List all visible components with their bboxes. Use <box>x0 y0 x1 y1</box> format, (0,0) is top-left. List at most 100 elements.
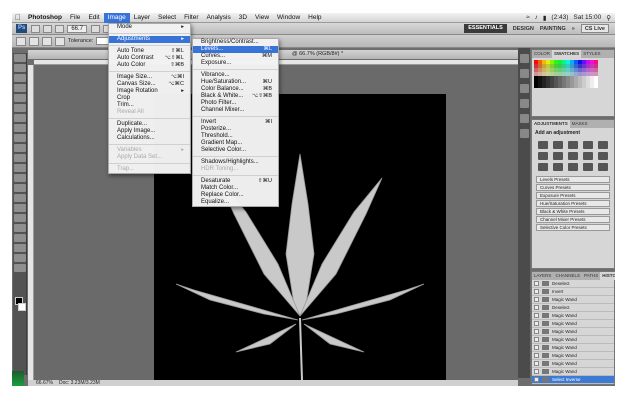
shape-tool-icon[interactable] <box>13 224 26 232</box>
history-checkbox[interactable] <box>534 321 539 326</box>
image-menu-item-auto-color[interactable]: Auto Color ⇧⌘B <box>109 62 190 69</box>
type-tool-icon[interactable] <box>13 204 26 212</box>
history-checkbox[interactable] <box>534 361 539 366</box>
3d-rotate-icon[interactable] <box>13 234 26 242</box>
history-checkbox[interactable] <box>534 337 539 342</box>
view-extras-icon[interactable] <box>55 24 65 33</box>
history-checkbox[interactable] <box>534 281 539 286</box>
gradient-map-icon[interactable] <box>583 163 593 171</box>
history-checkbox[interactable] <box>534 353 539 358</box>
menu-view[interactable]: View <box>251 13 273 23</box>
image-menu-item-image-size[interactable]: Image Size... ⌥⌘I <box>109 74 190 81</box>
preset-item[interactable]: Black & White Presets <box>536 208 610 215</box>
black-white-icon[interactable] <box>568 152 578 160</box>
menu-window[interactable]: Window <box>273 13 304 23</box>
history-state[interactable]: Select Inverse <box>532 376 614 384</box>
magic-wand-icon[interactable] <box>13 84 26 92</box>
lasso-tool-icon[interactable] <box>13 74 26 82</box>
adjust-menu-item-black-white[interactable]: Black & White... ⌥⇧⌘B <box>193 93 278 100</box>
curves-icon[interactable] <box>568 141 578 149</box>
paragraph-panel-icon[interactable] <box>519 129 529 138</box>
status-zoom[interactable]: 66.67% <box>36 380 53 386</box>
adjust-menu-item-channel-mixer[interactable]: Channel Mixer... <box>193 107 278 114</box>
image-menu-item-auto-contrast[interactable]: Auto Contrast ⌥⇧⌘L <box>109 55 190 62</box>
adjust-menu-item-selective-color[interactable]: Selective Color... <box>193 147 278 154</box>
adjust-menu-item-equalize[interactable]: Equalize... <box>193 199 278 206</box>
menu-layer[interactable]: Layer <box>130 13 154 23</box>
history-state[interactable]: Magic Wand <box>532 312 614 320</box>
exposure-icon[interactable] <box>583 141 593 149</box>
adjust-menu-item-exposure[interactable]: Exposure... <box>193 60 278 67</box>
image-menu-item-apply-image[interactable]: Apply Image... <box>109 128 190 135</box>
battery-icon[interactable]: ▮ <box>543 14 547 22</box>
adjust-menu-item-photo-filter[interactable]: Photo Filter... <box>193 100 278 107</box>
history-state[interactable]: Magic Wand <box>532 336 614 344</box>
adjust-menu-item-match-color[interactable]: Match Color... <box>193 185 278 192</box>
marquee-tool-icon[interactable] <box>13 64 26 72</box>
posterize-icon[interactable] <box>553 163 563 171</box>
tab-styles[interactable]: STYLES <box>581 50 602 58</box>
mini-bridge-icon[interactable] <box>43 24 53 33</box>
history-state[interactable]: Invert <box>532 288 614 296</box>
background-color-swatch[interactable] <box>18 303 26 311</box>
adjust-menu-item-curves[interactable]: Curves... ⌘M <box>193 53 278 60</box>
history-state[interactable]: Magic Wand <box>532 344 614 352</box>
adjust-menu-item-desaturate[interactable]: Desaturate ⇧⌘U <box>193 178 278 185</box>
levels-icon[interactable] <box>553 141 563 149</box>
clone-source-icon[interactable] <box>519 99 529 108</box>
eraser-tool-icon[interactable] <box>13 154 26 162</box>
adjust-menu-item-color-balance[interactable]: Color Balance... ⌘B <box>193 86 278 93</box>
zoom-select[interactable]: 66.7 <box>67 24 88 33</box>
adjust-menu-item-shadows-highlights[interactable]: Shadows/Highlights... <box>193 159 278 166</box>
tab-color[interactable]: COLOR <box>532 50 552 58</box>
history-state[interactable]: Deselect <box>532 280 614 288</box>
history-state[interactable]: Magic Wand <box>532 360 614 368</box>
apple-icon[interactable]:  <box>12 13 24 22</box>
hand-tool-icon[interactable] <box>13 254 26 262</box>
tab-layers[interactable]: LAYERS <box>532 272 553 280</box>
adjust-menu-item-threshold[interactable]: Threshold... <box>193 133 278 140</box>
photo-filter-icon[interactable] <box>583 152 593 160</box>
menu-image[interactable]: Image <box>103 13 130 23</box>
adjust-menu-item-posterize[interactable]: Posterize... <box>193 126 278 133</box>
magic-wand-tool-icon[interactable] <box>16 36 26 46</box>
color-swatch[interactable] <box>594 84 598 88</box>
3d-orbit-icon[interactable] <box>13 244 26 252</box>
menu-edit[interactable]: Edit <box>84 13 103 23</box>
adjust-menu-item-brightness-contrast[interactable]: Brightness/Contrast... <box>193 39 278 46</box>
image-menu-item-mode[interactable]: Mode ▸ <box>109 24 190 31</box>
volume-icon[interactable]: ♪ <box>535 14 538 21</box>
workspace-design[interactable]: DESIGN <box>513 26 534 32</box>
healing-brush-icon[interactable] <box>13 114 26 122</box>
cs-live-button[interactable]: CS Live <box>580 24 609 33</box>
add-selection-icon[interactable] <box>42 36 52 46</box>
path-selection-icon[interactable] <box>13 214 26 222</box>
image-menu-item-crop[interactable]: Crop <box>109 95 190 102</box>
dodge-tool-icon[interactable] <box>13 184 26 192</box>
selective-color-icon[interactable] <box>598 163 608 171</box>
image-menu-item-calculations[interactable]: Calculations... <box>109 135 190 142</box>
blur-tool-icon[interactable] <box>13 174 26 182</box>
menu-select[interactable]: Select <box>154 13 180 23</box>
preset-item[interactable]: Curves Presets <box>536 184 610 191</box>
subtract-selection-icon[interactable] <box>55 36 65 46</box>
menu-help[interactable]: Help <box>304 13 325 23</box>
brush-panel-icon[interactable] <box>519 84 529 93</box>
history-checkbox[interactable] <box>534 289 539 294</box>
history-state[interactable]: Magic Wand <box>532 352 614 360</box>
tab-adjustments[interactable]: ADJUSTMENTS <box>532 120 570 128</box>
history-state[interactable]: Magic Wand <box>532 296 614 304</box>
history-checkbox[interactable] <box>534 345 539 350</box>
history-checkbox[interactable] <box>534 297 539 302</box>
preset-item[interactable]: Levels Presets <box>536 176 610 183</box>
preset-item[interactable]: Selective Color Presets <box>536 224 610 231</box>
tab-history[interactable]: HISTORY <box>600 272 615 280</box>
history-checkbox[interactable] <box>534 329 539 334</box>
move-tool-icon[interactable] <box>13 54 26 62</box>
wifi-icon[interactable]: ≈ <box>526 14 530 21</box>
adjust-menu-item-hue-saturation[interactable]: Hue/Saturation... ⌘U <box>193 79 278 86</box>
adjust-menu-item-replace-color[interactable]: Replace Color... <box>193 192 278 199</box>
brush-tool-icon[interactable] <box>13 124 26 132</box>
history-checkbox[interactable] <box>534 377 539 382</box>
adjust-menu-item-invert[interactable]: Invert ⌘I <box>193 119 278 126</box>
